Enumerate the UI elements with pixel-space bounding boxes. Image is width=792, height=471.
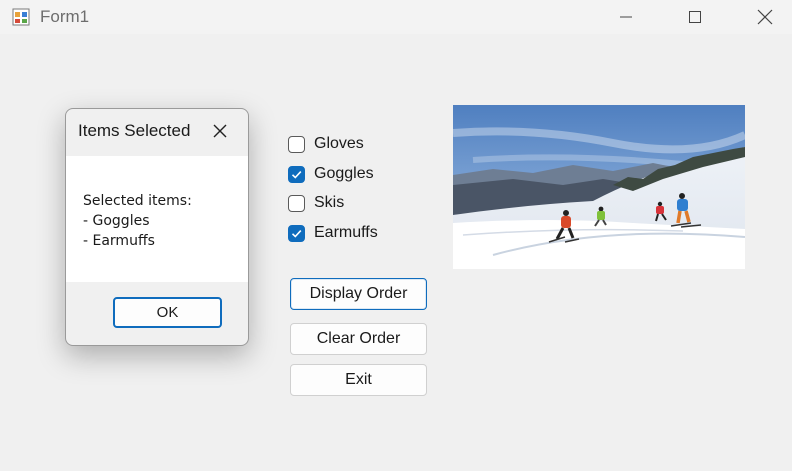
dialog-title: Items Selected bbox=[78, 121, 191, 140]
checkbox-label: Earmuffs bbox=[314, 224, 378, 241]
ski-photo bbox=[453, 105, 745, 269]
ok-button[interactable]: OK bbox=[113, 297, 222, 328]
exit-button[interactable]: Exit bbox=[290, 364, 427, 396]
message-dialog: Items Selected Selected items: - Goggles… bbox=[65, 108, 249, 346]
checkbox-earmuffs[interactable]: Earmuffs bbox=[288, 222, 378, 244]
checkbox-box[interactable] bbox=[288, 224, 305, 242]
minimize-button[interactable] bbox=[594, 0, 658, 34]
close-button[interactable] bbox=[733, 0, 792, 34]
check-icon bbox=[291, 170, 302, 179]
checkbox-box[interactable] bbox=[288, 194, 305, 212]
checkbox-gloves[interactable]: Gloves bbox=[288, 133, 364, 155]
window-title: Form1 bbox=[40, 7, 90, 26]
check-icon bbox=[291, 229, 302, 238]
maximize-button[interactable] bbox=[663, 0, 727, 34]
checkbox-skis[interactable]: Skis bbox=[288, 192, 344, 214]
dialog-close-icon[interactable] bbox=[212, 123, 228, 139]
checkbox-label: Skis bbox=[314, 194, 345, 211]
checkbox-label: Goggles bbox=[314, 165, 374, 182]
minimize-icon bbox=[620, 16, 632, 18]
checkbox-label: Gloves bbox=[314, 135, 364, 152]
form-app-icon bbox=[12, 8, 30, 26]
dialog-message: Selected items: - Goggles - Earmuffs bbox=[83, 193, 192, 249]
clear-order-button[interactable]: Clear Order bbox=[290, 323, 427, 355]
title-bar: Form1 bbox=[0, 0, 792, 34]
close-icon bbox=[757, 9, 773, 25]
display-order-button[interactable]: Display Order bbox=[290, 278, 427, 310]
checkbox-goggles[interactable]: Goggles bbox=[288, 163, 374, 185]
checkbox-box[interactable] bbox=[288, 135, 305, 153]
maximize-icon bbox=[689, 11, 701, 23]
checkbox-box[interactable] bbox=[288, 165, 305, 183]
dialog-body: Selected items: - Goggles - Earmuffs bbox=[66, 156, 248, 282]
